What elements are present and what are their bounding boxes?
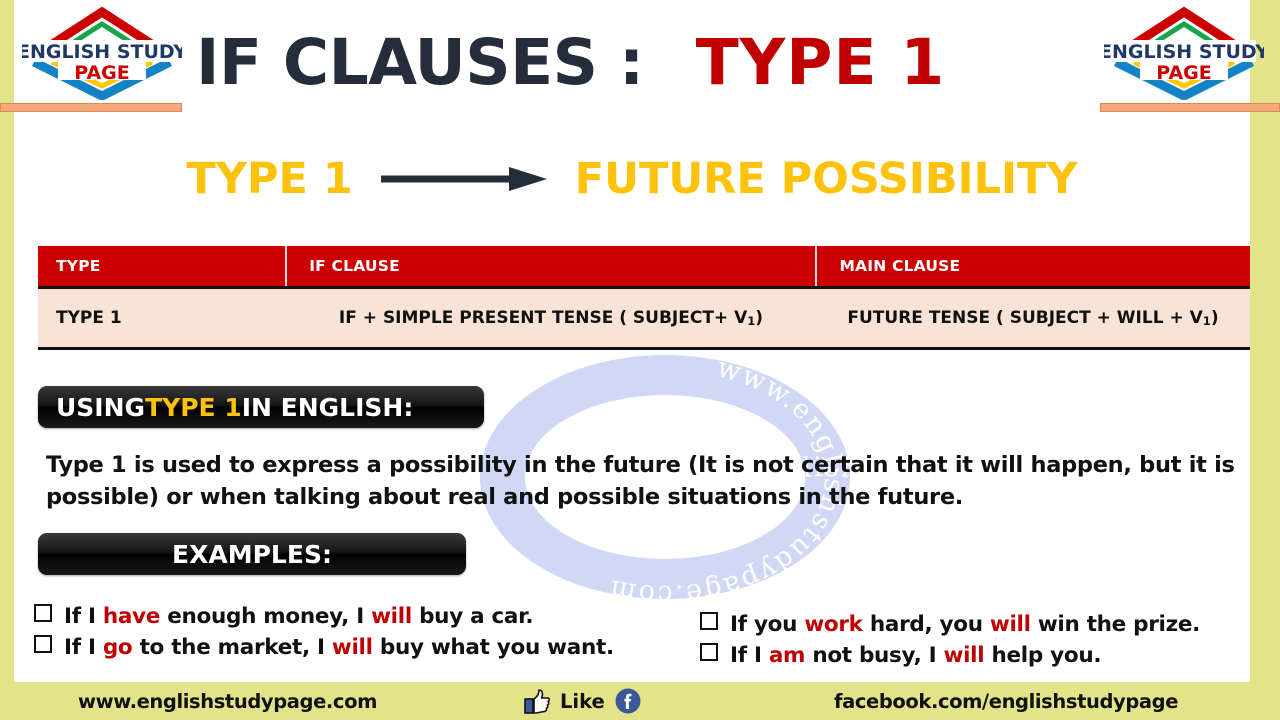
- table-header-row: TYPE IF CLAUSE MAIN CLAUSE: [38, 246, 1250, 289]
- table-header-separator-2: [815, 246, 818, 286]
- table-header-separator-1: [285, 246, 288, 286]
- example-text: If you work hard, you will win the prize…: [730, 612, 1200, 637]
- description-text: Type 1 is used to express a possibility …: [46, 452, 1235, 510]
- list-item: If I go to the market, I will buy what y…: [34, 635, 704, 660]
- logo-line1: ENGLISH STUDY: [1104, 41, 1264, 63]
- checkbox-icon: [700, 612, 718, 630]
- examples-list-right: If you work hard, you will win the prize…: [700, 612, 1270, 674]
- using-banner-part1: USING: [56, 392, 146, 422]
- examples-banner: EXAMPLES:: [38, 533, 466, 575]
- example-text: If I have enough money, I will buy a car…: [64, 604, 534, 629]
- checkbox-icon: [700, 643, 718, 661]
- examples-banner-label: EXAMPLES:: [172, 539, 332, 569]
- list-item: If I have enough money, I will buy a car…: [34, 604, 704, 629]
- if-clause-suffix: ): [755, 308, 764, 328]
- subtitle-target-label: FUTURE POSSIBILITY: [574, 154, 1078, 204]
- clause-structure-table: TYPE IF CLAUSE MAIN CLAUSE TYPE 1 IF + S…: [38, 246, 1250, 350]
- logo-line2: PAGE: [74, 62, 129, 84]
- list-item: If you work hard, you will win the prize…: [700, 612, 1270, 637]
- subtitle-row: TYPE 1 FUTURE POSSIBILITY: [14, 148, 1250, 210]
- checkbox-icon: [34, 635, 52, 653]
- table-header-main-clause: MAIN CLAUSE: [839, 257, 961, 275]
- logo-line2: PAGE: [1156, 62, 1211, 84]
- infographic-page: www.englishstudypage.com www.englishstud…: [0, 0, 1280, 720]
- using-banner-part2: IN ENGLISH:: [241, 392, 414, 422]
- table-header-type: TYPE: [56, 257, 101, 275]
- using-type1-banner: USING TYPE 1 IN ENGLISH:: [38, 386, 484, 428]
- right-arrow-icon: [379, 164, 549, 194]
- footer: www.englishstudypage.com Like facebook.c…: [0, 682, 1280, 720]
- header: ENGLISH STUDY PAGE ENGLISH STUDY PAGE IF…: [0, 0, 1280, 120]
- using-banner-accent: TYPE 1: [145, 392, 242, 422]
- table-cell-if-clause: IF + SIMPLE PRESENT TENSE ( SUBJECT+ V1 …: [286, 289, 816, 347]
- subtitle-type-label: TYPE 1: [186, 154, 353, 204]
- table-cell-type: TYPE 1: [56, 308, 122, 328]
- page-title-main: IF CLAUSES :: [196, 25, 644, 99]
- checkbox-icon: [34, 604, 52, 622]
- footer-like-label: Like: [560, 689, 605, 713]
- page-title-accent: TYPE 1: [695, 25, 946, 99]
- page-title: IF CLAUSES : TYPE 1: [196, 22, 1096, 102]
- example-text: If I am not busy, I will help you.: [730, 643, 1102, 668]
- logo-right: ENGLISH STUDY PAGE: [1104, 4, 1264, 100]
- footer-website[interactable]: www.englishstudypage.com: [78, 690, 377, 713]
- facebook-icon[interactable]: [615, 688, 641, 714]
- if-clause-prefix: IF + SIMPLE PRESENT TENSE ( SUBJECT+ V: [338, 308, 748, 328]
- example-text: If I go to the market, I will buy what y…: [64, 635, 614, 660]
- if-clause-subscript: 1: [747, 314, 756, 329]
- main-clause-subscript: 1: [1202, 314, 1211, 329]
- list-item: If I am not busy, I will help you.: [700, 643, 1270, 668]
- examples-list-left: If I have enough money, I will buy a car…: [34, 604, 704, 666]
- logo-line1: ENGLISH STUDY: [22, 41, 182, 63]
- table-header-if-clause: IF CLAUSE: [309, 257, 400, 275]
- table-cell-main-clause: FUTURE TENSE ( SUBJECT + WILL + V1 ): [816, 289, 1250, 347]
- facebook-like-group[interactable]: Like: [524, 688, 641, 714]
- main-clause-suffix: ): [1210, 308, 1219, 328]
- footer-facebook-page[interactable]: facebook.com/englishstudypage: [834, 690, 1178, 713]
- table-row: TYPE 1 IF + SIMPLE PRESENT TENSE ( SUBJE…: [38, 289, 1250, 350]
- thumbs-up-icon: [524, 688, 550, 714]
- main-clause-prefix: FUTURE TENSE ( SUBJECT + WILL + V: [847, 308, 1203, 328]
- logo-left: ENGLISH STUDY PAGE: [22, 4, 182, 100]
